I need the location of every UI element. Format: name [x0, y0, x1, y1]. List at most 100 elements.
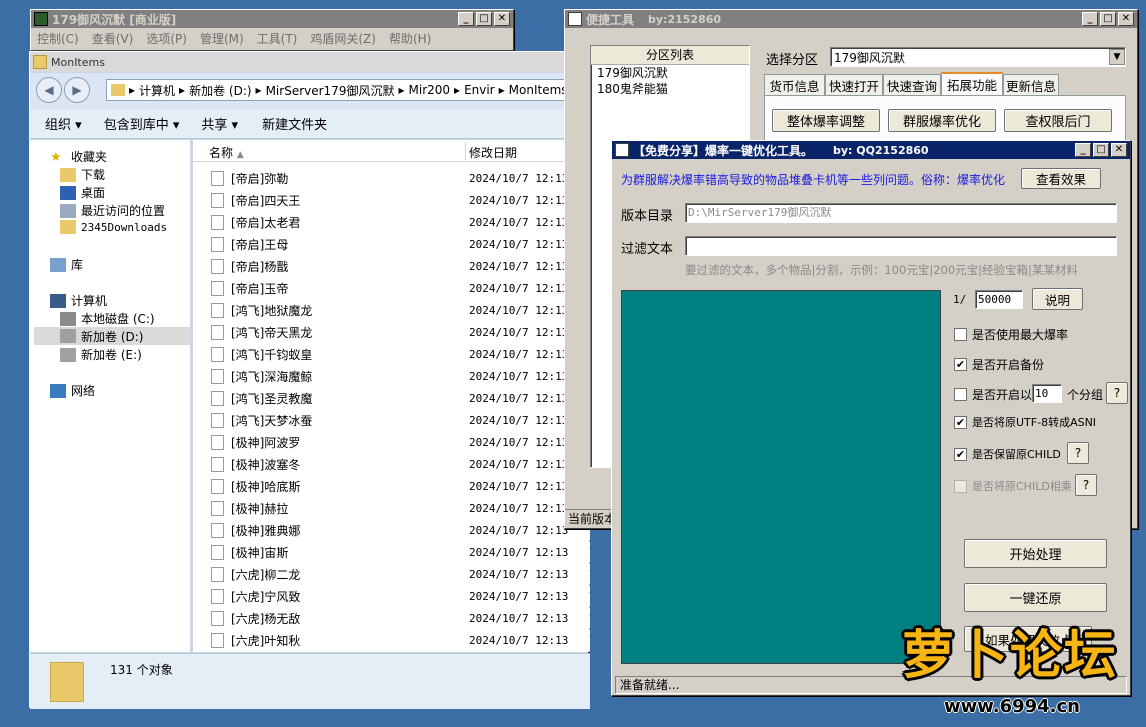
filter-input[interactable] [685, 236, 1117, 256]
breadcrumb-computer[interactable]: 计算机 [139, 82, 175, 99]
column-date[interactable]: 修改日期 [469, 144, 517, 161]
nav-drive-c[interactable]: 本地磁盘 (C:) [60, 310, 155, 327]
utf8-convert-checkbox[interactable]: ✔ 是否将原UTF-8转成ASNI [954, 414, 1096, 430]
view-effect-button[interactable]: 查看效果 [1021, 168, 1101, 189]
minimize-button[interactable]: _ [458, 12, 474, 26]
share-button[interactable]: 共享 ▾ [201, 114, 238, 133]
maximize-button[interactable]: □ [476, 12, 492, 26]
partition-item[interactable]: 180鬼斧能猫 [591, 81, 749, 97]
tab-quick-open[interactable]: 快速打开 [825, 74, 883, 95]
tab-updates[interactable]: 更新信息 [1003, 74, 1059, 95]
tab-quick-query[interactable]: 快速查询 [883, 74, 941, 95]
keep-child-help-button[interactable]: ? [1067, 442, 1089, 464]
file-row[interactable]: [极神]宙斯2024/10/7 12:13文本 [193, 537, 590, 568]
nav-favorites[interactable]: ★ 收藏夹 [50, 148, 107, 165]
child-multiply-checkbox[interactable]: 是否将原CHILD相乘 [954, 478, 1072, 494]
file-row[interactable]: [鸿飞]千钧蚁皇 2024/10/7 12:13 [193, 343, 590, 365]
use-max-rate-checkbox[interactable]: 是否使用最大爆率 [954, 326, 1068, 343]
nav-2345downloads[interactable]: 2345Downloads [60, 220, 167, 234]
file-row[interactable]: [六虎]叶知秋 2024/10/7 12:13 文本 [193, 625, 590, 652]
breadcrumb-envir[interactable]: Envir [464, 83, 495, 97]
nav-downloads[interactable]: 下载 [60, 166, 105, 183]
nav-drive-d[interactable]: 新加卷 (D:) [34, 327, 190, 345]
enable-grouping-checkbox[interactable]: 是否开启以 [954, 386, 1032, 403]
file-row[interactable]: [帝启]弥勒 2024/10/7 12:13 [193, 167, 590, 189]
nav-drive-e[interactable]: 新加卷 (E:) [60, 346, 142, 363]
menu-tools[interactable]: 工具(T) [257, 30, 298, 47]
close-button[interactable]: ✕ [1118, 12, 1134, 26]
breadcrumb-drive[interactable]: 新加卷 (D:) [189, 82, 251, 99]
menu-view[interactable]: 查看(V) [92, 30, 134, 47]
explorer-titlebar[interactable]: MonItems [30, 52, 588, 72]
partition-item[interactable]: 179御风沉默 [591, 65, 749, 81]
chevron-down-icon[interactable]: ▼ [1109, 49, 1125, 65]
maximize-button[interactable]: □ [1100, 12, 1116, 26]
nav-recent[interactable]: 最近访问的位置 [60, 202, 165, 219]
quick-tool-titlebar[interactable]: 便捷工具 by:2152860 _ □ ✕ [565, 10, 1137, 28]
new-folder-button[interactable]: 新建文件夹 [262, 114, 327, 133]
optimizer-titlebar[interactable]: 【免费分享】爆率一键优化工具。 by: QQ2152860 _ □ ✕ [612, 141, 1130, 159]
version-dir-input[interactable]: D:\MirServer179御风沉默 [685, 203, 1117, 223]
overall-rate-button[interactable]: 整体爆率调整 [772, 109, 880, 132]
nav-computer[interactable]: 计算机 [50, 292, 107, 309]
group-rate-button[interactable]: 群服爆率优化 [888, 109, 996, 132]
file-row[interactable]: [极神]哈底斯 2024/10/7 12:13 [193, 475, 590, 497]
menu-manage[interactable]: 管理(M) [200, 30, 244, 47]
close-button[interactable]: ✕ [494, 12, 510, 26]
breadcrumb-monitems[interactable]: MonItems [509, 83, 568, 97]
main-window-titlebar[interactable]: 179御风沉默 [商业版] _ □ ✕ [31, 10, 513, 28]
partition-select[interactable]: 179御风沉默 ▼ [830, 47, 1126, 67]
nav-desktop[interactable]: 桌面 [60, 184, 105, 201]
file-row[interactable]: [帝启]杨戬 2024/10/7 12:13 [193, 255, 590, 277]
tab-currency[interactable]: 货币信息 [764, 74, 825, 95]
minimize-button[interactable]: _ [1075, 143, 1091, 157]
menu-help[interactable]: 帮助(H) [389, 30, 431, 47]
restore-button[interactable]: 一键还原 [964, 583, 1107, 612]
file-row[interactable]: [极神]波塞冬 2024/10/7 12:13 [193, 453, 590, 475]
file-row[interactable]: [鸿飞]地狱魔龙 2024/10/7 12:13 [193, 299, 590, 321]
address-bar[interactable]: ▸ 计算机 ▸ 新加卷 (D:) ▸ MirServer179御风沉默 ▸ Mi… [106, 79, 590, 101]
file-row[interactable]: [帝启]四天王 2024/10/7 12:13 [193, 189, 590, 211]
file-row[interactable]: [帝启]王母 2024/10/7 12:13 [193, 233, 590, 255]
log-output[interactable] [621, 290, 941, 664]
file-row[interactable]: [六虎]宁风致2024/10/7 12:13文本 [193, 581, 590, 612]
maximize-button[interactable]: □ [1093, 143, 1109, 157]
nav-network[interactable]: 网络 [50, 382, 95, 399]
file-row[interactable]: [鸿飞]帝天黑龙 2024/10/7 12:13 [193, 321, 590, 343]
file-row[interactable]: [六虎]柳二龙2024/10/7 12:13文本 [193, 559, 590, 590]
keep-child-checkbox[interactable]: ✔ 是否保留原CHILD [954, 446, 1061, 462]
menu-control[interactable]: 控制(C) [37, 30, 79, 47]
breadcrumb-mir200[interactable]: Mir200 [409, 83, 451, 97]
close-button[interactable]: ✕ [1111, 143, 1127, 157]
menu-gateway[interactable]: 鸡盾网关(Z) [310, 30, 376, 47]
menu-options[interactable]: 选项(P) [146, 30, 187, 47]
file-row[interactable]: [鸿飞]圣灵教魔 2024/10/7 12:13 [193, 387, 590, 409]
back-button[interactable]: ◀ [36, 77, 62, 103]
check-backdoor-button[interactable]: 查权限后门 [1004, 109, 1112, 132]
file-row[interactable]: [极神]赫拉 2024/10/7 12:13 [193, 497, 590, 519]
group-count-input[interactable]: 10 [1032, 384, 1062, 403]
column-name[interactable]: 名称 ▲ [209, 144, 244, 161]
explain-button[interactable]: 说明 [1032, 288, 1083, 310]
enable-backup-checkbox[interactable]: ✔ 是否开启备份 [954, 356, 1044, 373]
file-row[interactable]: [帝启]太老君 2024/10/7 12:13 [193, 211, 590, 233]
child-multiply-help-button[interactable]: ? [1075, 474, 1097, 496]
tab-extensions[interactable]: 拓展功能 [941, 72, 1003, 95]
file-row[interactable]: [鸿飞]深海魔鲸 2024/10/7 12:13 [193, 365, 590, 387]
file-row[interactable]: [极神]阿波罗 2024/10/7 12:13 [193, 431, 590, 453]
forward-button[interactable]: ▶ [64, 77, 90, 103]
drive-icon [60, 311, 76, 326]
breadcrumb-server[interactable]: MirServer179御风沉默 [266, 82, 395, 99]
file-row[interactable]: [极神]雅典娜2024/10/7 12:13文本 [193, 515, 590, 546]
file-row[interactable]: [六虎]杨无敌2024/10/7 12:13文本 [193, 603, 590, 634]
include-library-button[interactable]: 包含到库中 ▾ [104, 114, 180, 133]
start-processing-button[interactable]: 开始处理 [964, 539, 1107, 568]
nav-libraries[interactable]: 库 [50, 256, 83, 273]
organize-button[interactable]: 组织 ▾ [45, 114, 82, 133]
file-row[interactable]: [鸿飞]天梦冰蚕 2024/10/7 12:13 [193, 409, 590, 431]
status-text: 准备就绪... [620, 678, 680, 692]
grouping-help-button[interactable]: ? [1106, 382, 1128, 404]
file-row[interactable]: [帝启]玉帝 2024/10/7 12:13 [193, 277, 590, 299]
ratio-input[interactable]: 50000 [975, 290, 1023, 309]
minimize-button[interactable]: _ [1082, 12, 1098, 26]
